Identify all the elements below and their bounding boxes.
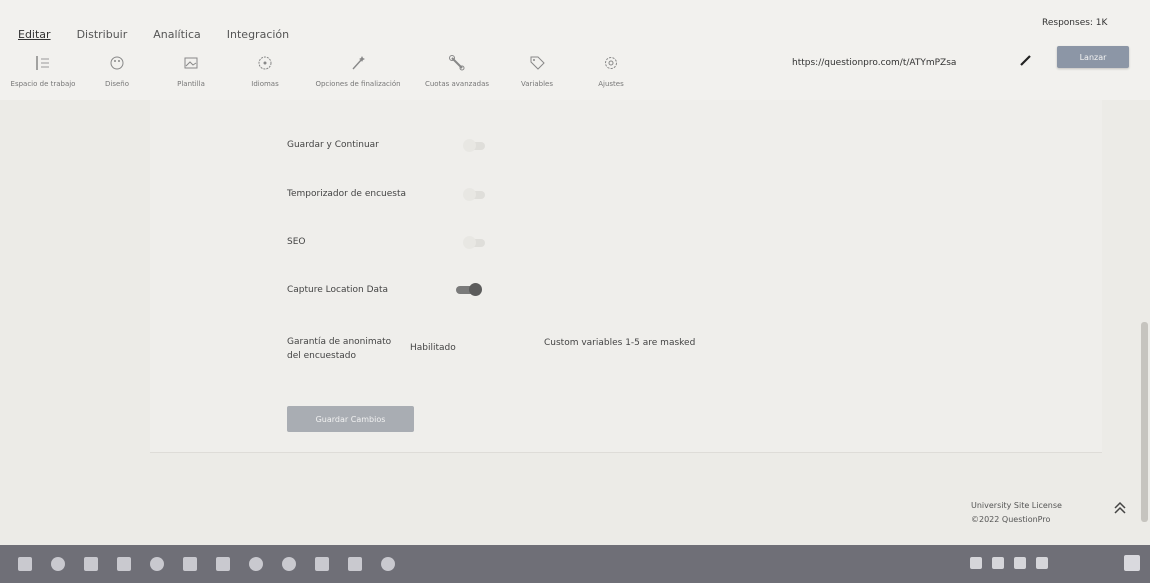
survey-timer-toggle[interactable] [463, 188, 485, 201]
save-changes-button[interactable]: Guardar Cambios [287, 406, 414, 432]
app-icon[interactable] [183, 557, 197, 571]
volume-icon[interactable] [992, 557, 1004, 569]
app-icon[interactable] [381, 557, 395, 571]
toolbar-label: Cuotas avanzadas [424, 80, 489, 88]
setting-timer-label: Temporizador de encuesta [287, 189, 406, 199]
survey-url[interactable]: https://questionpro.com/t/ATYmPZsa [792, 58, 956, 68]
anonymity-value: Habilitado [410, 343, 456, 353]
setting-save-continue-label: Guardar y Continuar [287, 140, 379, 150]
anonymity-label-line1: Garantía de anonimato [287, 337, 392, 347]
toolbar-label: Ajustes [598, 80, 624, 88]
launch-button[interactable]: Lanzar [1057, 46, 1129, 68]
setting-location-label: Capture Location Data [287, 285, 389, 295]
folder-icon[interactable] [117, 557, 131, 571]
search-icon[interactable] [51, 557, 65, 571]
toolbar-design[interactable]: Diseño [80, 54, 154, 94]
language-icon[interactable] [1036, 557, 1048, 569]
tab-distribuir[interactable]: Distribuir [77, 28, 128, 41]
app-icon[interactable] [315, 557, 329, 571]
toolbar-finish-options[interactable]: Opciones de finalización [302, 54, 414, 94]
image-icon [184, 57, 198, 69]
footer-license: University Site License ©2022 QuestionPr… [971, 499, 1062, 527]
toolbar-label: Opciones de finalización [315, 80, 401, 88]
pencil-icon[interactable] [1018, 52, 1034, 68]
toolbar-label: Plantilla [177, 80, 205, 88]
location-data-toggle[interactable] [456, 283, 482, 296]
editor-toolbar: Espacio de trabajo Diseño Plantilla Idio… [6, 54, 648, 94]
palette-icon [110, 56, 124, 70]
seo-toggle[interactable] [463, 236, 485, 249]
toolbar-label: Espacio de trabajo [10, 80, 76, 88]
anonymity-note: Custom variables 1-5 are masked [544, 338, 696, 348]
tag-icon [530, 56, 545, 70]
toolbar-languages[interactable]: Idiomas [228, 54, 302, 94]
battery-icon[interactable] [1014, 557, 1026, 569]
toolbar-label: Idiomas [251, 80, 279, 88]
wand-icon [352, 56, 365, 70]
app-icon[interactable] [216, 557, 230, 571]
license-text: University Site License [971, 501, 1062, 510]
app-icon[interactable] [249, 557, 263, 571]
start-icon[interactable] [18, 557, 32, 571]
wrench-icon [449, 55, 465, 71]
top-header: Editar Distribuir Analítica Integración … [0, 0, 1150, 100]
settings-panel: Guardar y Continuar Temporizador de encu… [150, 100, 1102, 453]
network-icon[interactable] [970, 557, 982, 569]
save-changes-label: Guardar Cambios [315, 414, 386, 424]
taskbar-apps [18, 557, 395, 571]
gear-icon [605, 57, 617, 69]
toolbar-label: Variables [521, 80, 553, 88]
toolbar-variables[interactable]: Variables [500, 54, 574, 94]
edge-icon[interactable] [150, 557, 164, 571]
setting-seo-label: SEO [287, 237, 306, 247]
toolbar-template[interactable]: Plantilla [154, 54, 228, 94]
toolbar-label: Diseño [104, 80, 129, 88]
copyright-text: ©2022 QuestionPro [971, 515, 1051, 524]
launch-label: Lanzar [1079, 52, 1107, 62]
list-icon [36, 56, 49, 70]
notification-icon[interactable] [1124, 555, 1140, 571]
os-taskbar [0, 545, 1150, 583]
anonymity-label-line2: del encuestado [287, 351, 356, 361]
tab-editar[interactable]: Editar [18, 28, 51, 41]
task-view-icon[interactable] [84, 557, 98, 571]
tab-analitica[interactable]: Analítica [153, 28, 201, 41]
scroll-top-icon[interactable] [1112, 500, 1128, 516]
save-continue-toggle[interactable] [463, 139, 485, 152]
toolbar-workspace[interactable]: Espacio de trabajo [6, 54, 80, 94]
globe-icon [258, 56, 272, 70]
chrome-icon[interactable] [282, 557, 296, 571]
tab-integracion[interactable]: Integración [227, 28, 289, 41]
system-tray [970, 557, 1048, 569]
toolbar-advanced-quotas[interactable]: Cuotas avanzadas [414, 54, 500, 94]
page-scrollbar[interactable] [1141, 322, 1148, 522]
app-icon[interactable] [348, 557, 362, 571]
toolbar-settings[interactable]: Ajustes [574, 54, 648, 94]
main-nav: Editar Distribuir Analítica Integración [18, 28, 289, 41]
app-window: Editar Distribuir Analítica Integración … [0, 0, 1150, 545]
responses-count: Responses: 1K [1042, 18, 1108, 28]
